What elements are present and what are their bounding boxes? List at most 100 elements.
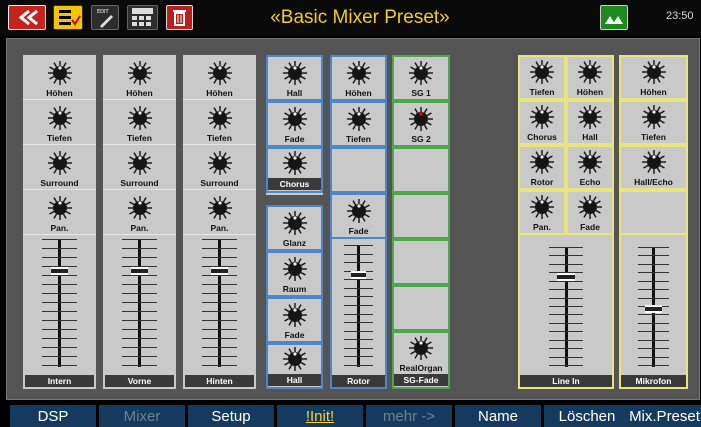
knob[interactable] xyxy=(207,60,233,86)
channel-name: Line In xyxy=(520,375,612,387)
knob-cell: Höhen xyxy=(103,55,176,100)
fader[interactable] xyxy=(338,245,379,367)
knob-label: Hall xyxy=(582,132,598,142)
knob-cell: Fade xyxy=(266,297,323,343)
edit-button[interactable]: EDIT xyxy=(91,5,119,30)
menu-button[interactable] xyxy=(53,5,83,30)
softkey-setup[interactable]: Setup xyxy=(188,405,274,427)
fader-tick xyxy=(122,311,157,312)
knob[interactable] xyxy=(346,198,372,224)
fader-tick xyxy=(122,365,157,366)
fader-tick xyxy=(202,302,237,303)
softkey-init[interactable]: !Init! xyxy=(277,405,363,427)
knob[interactable] xyxy=(408,335,434,361)
fader-tick xyxy=(549,365,583,366)
softkey-mixer[interactable]: Mixer xyxy=(99,405,185,427)
knob[interactable] xyxy=(282,60,308,86)
knob[interactable] xyxy=(577,104,603,130)
fader-tick xyxy=(344,330,373,332)
fader-tick xyxy=(549,297,583,299)
knob[interactable] xyxy=(282,106,308,132)
knob[interactable] xyxy=(47,105,73,131)
knob-cell: Höhen xyxy=(566,55,614,100)
knob[interactable] xyxy=(47,60,73,86)
fader-tick xyxy=(637,331,670,333)
knob[interactable] xyxy=(282,346,308,372)
knob[interactable] xyxy=(127,150,153,176)
knob-cell: Echo xyxy=(566,145,614,190)
knob[interactable] xyxy=(127,60,153,86)
fader[interactable] xyxy=(542,247,590,367)
shift-button[interactable] xyxy=(600,5,628,30)
knob-cell: Hall xyxy=(566,100,614,145)
softkey-dsp[interactable]: DSP xyxy=(10,405,96,427)
keypad-button[interactable] xyxy=(127,5,158,30)
knob[interactable] xyxy=(47,195,73,221)
empty-slot xyxy=(392,193,450,239)
knob[interactable] xyxy=(529,194,555,220)
knob[interactable] xyxy=(577,149,603,175)
knob-label: Tiefen xyxy=(641,132,666,142)
knob[interactable] xyxy=(641,59,667,85)
softkey-mix-preset[interactable]: Mix.Preset xyxy=(628,405,701,427)
knob[interactable] xyxy=(346,106,372,132)
fader-tick xyxy=(42,275,77,276)
knob-label: Surround xyxy=(200,178,239,188)
fader[interactable] xyxy=(631,247,676,367)
knob-label: Tiefen xyxy=(346,134,371,144)
fader-tick xyxy=(637,255,670,257)
knob[interactable] xyxy=(282,150,308,176)
knob[interactable] xyxy=(529,104,555,130)
fader-tick xyxy=(549,348,583,350)
knob[interactable] xyxy=(577,194,603,220)
knob[interactable] xyxy=(207,150,233,176)
fader[interactable] xyxy=(195,239,244,367)
channel-name: Intern xyxy=(25,375,94,387)
knob[interactable] xyxy=(282,256,308,282)
fader-tick xyxy=(344,365,373,366)
fader-tick xyxy=(549,314,583,316)
fader-cap[interactable] xyxy=(130,266,149,275)
knob-label: Raum xyxy=(282,284,307,294)
keypad-icon xyxy=(132,8,153,26)
knob[interactable] xyxy=(207,105,233,131)
fader-cap[interactable] xyxy=(210,266,229,275)
fader-tick xyxy=(637,272,670,274)
fader-cap[interactable] xyxy=(557,272,575,281)
fader-tick xyxy=(202,338,237,339)
mixer-panel: Höhen Tiefen Surround Pan. Intern Höhen Tiefen… xyxy=(6,38,700,400)
knob[interactable] xyxy=(47,150,73,176)
softkey-l-schen[interactable]: Löschen xyxy=(544,405,630,427)
fader[interactable] xyxy=(35,239,84,367)
knob[interactable] xyxy=(641,149,667,175)
knob[interactable] xyxy=(346,60,372,86)
fader-tick xyxy=(202,356,237,357)
fader-cap[interactable] xyxy=(351,271,366,280)
knob[interactable] xyxy=(529,59,555,85)
knob[interactable] xyxy=(207,195,233,221)
knob[interactable] xyxy=(282,302,308,328)
softkey-name[interactable]: Name xyxy=(455,405,541,427)
knob[interactable] xyxy=(408,60,434,86)
fader-cap[interactable] xyxy=(645,305,662,314)
knob-cell: Rotor xyxy=(518,145,566,190)
knob[interactable] xyxy=(577,59,603,85)
softkey-mehr[interactable]: mehr -> xyxy=(366,405,452,427)
back-button[interactable] xyxy=(8,5,46,30)
knob-label: Chorus xyxy=(527,132,557,142)
knob-label: Surround xyxy=(120,178,159,188)
knob[interactable] xyxy=(282,210,308,236)
fader[interactable] xyxy=(115,239,164,367)
knob[interactable] xyxy=(127,195,153,221)
fader-tick xyxy=(42,239,77,240)
fader-tick xyxy=(42,311,77,312)
delete-button[interactable] xyxy=(166,5,193,30)
knob[interactable] xyxy=(127,105,153,131)
knob[interactable] xyxy=(641,104,667,130)
knob[interactable] xyxy=(529,149,555,175)
knob[interactable] xyxy=(408,106,434,132)
fader-tick xyxy=(344,253,373,255)
fader-tick xyxy=(122,239,157,240)
knob-cell: Chorus xyxy=(266,147,323,193)
fader-cap[interactable] xyxy=(50,266,69,275)
